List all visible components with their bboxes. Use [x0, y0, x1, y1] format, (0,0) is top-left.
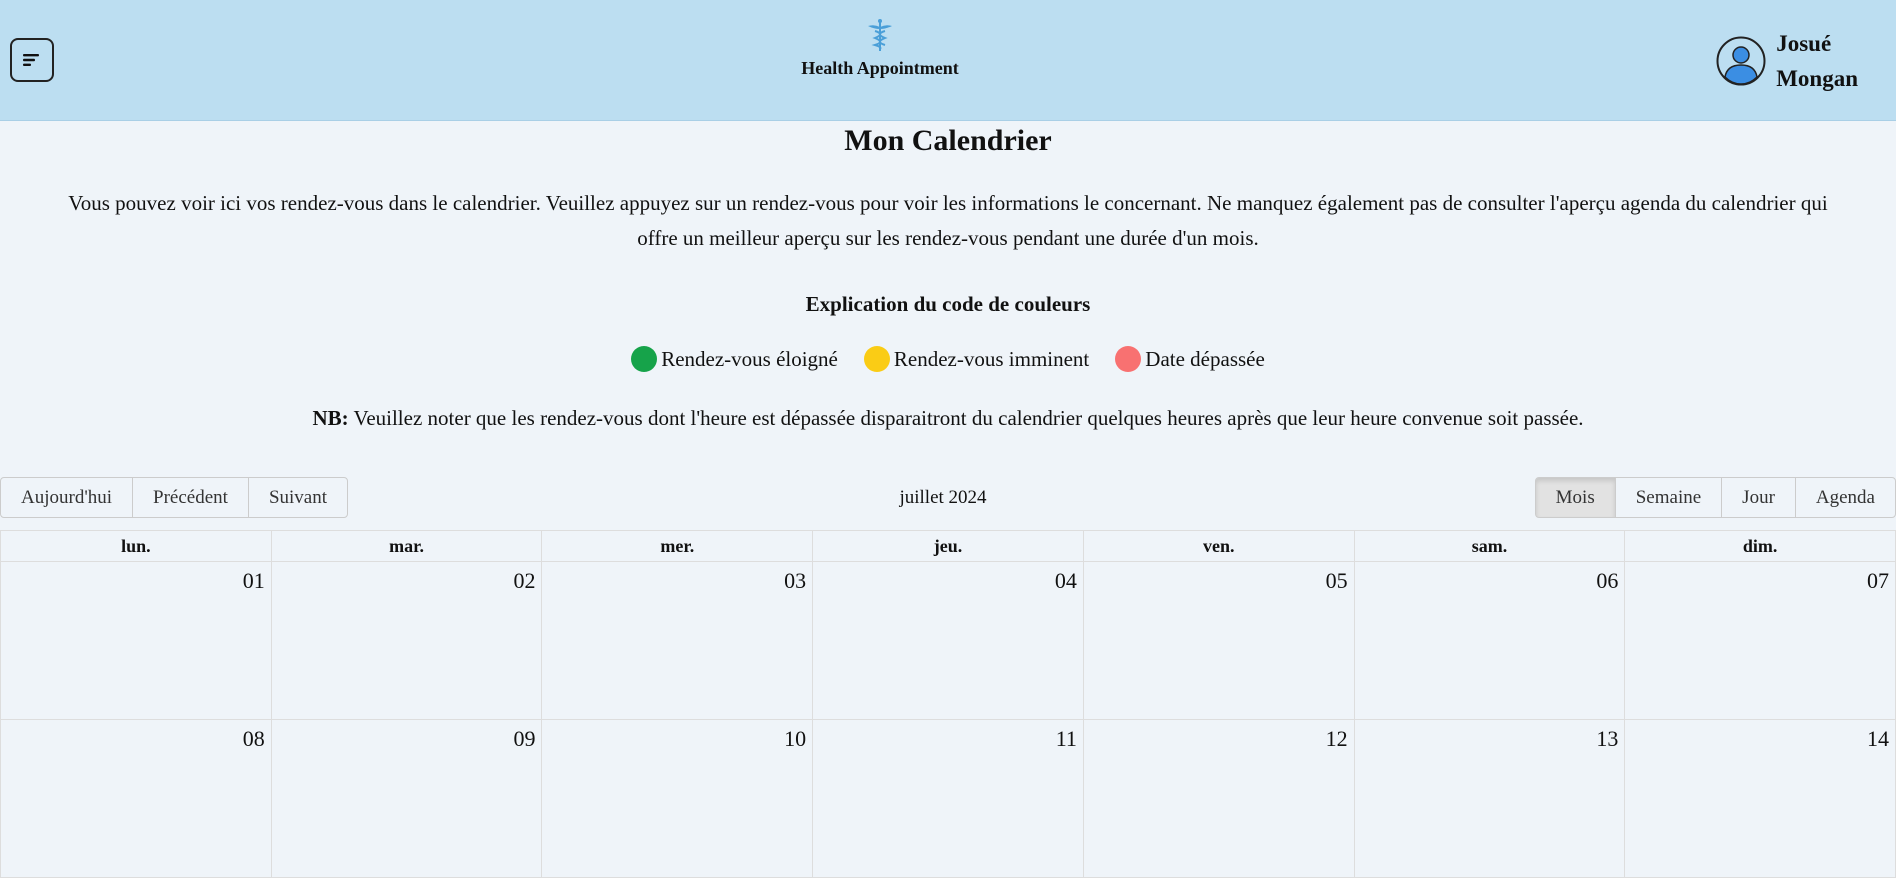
day-cell[interactable]: 09 [272, 720, 543, 877]
legend-item-far: Rendez-vous éloigné [631, 346, 838, 372]
view-day-button[interactable]: Jour [1721, 477, 1796, 518]
app-header: Health Appointment Josué Mongan [0, 0, 1896, 121]
page-title: Mon Calendrier [844, 124, 1052, 157]
user-last-name: Mongan [1776, 66, 1858, 91]
day-cell[interactable]: 05 [1084, 562, 1355, 719]
user-name: Josué Mongan [1776, 26, 1858, 96]
weekday-label: mer. [542, 531, 814, 561]
day-cell[interactable]: 07 [1625, 562, 1896, 719]
legend-title: Explication du code de couleurs [805, 292, 1091, 316]
brand-title: Health Appointment [801, 58, 959, 78]
weekday-label: jeu. [813, 531, 1084, 561]
legend-item-imminent: Rendez-vous imminent [863, 346, 1090, 372]
view-month-button[interactable]: Mois [1534, 477, 1616, 518]
day-cell[interactable]: 12 [1084, 720, 1355, 877]
next-button[interactable]: Suivant [247, 477, 348, 518]
user-first-name: Josué [1776, 31, 1832, 56]
avatar-icon [1716, 36, 1766, 86]
previous-button[interactable]: Précédent [132, 477, 249, 518]
weekday-label: ven. [1084, 531, 1355, 561]
calendar-week: 08 09 10 11 12 13 14 [1, 720, 1896, 878]
view-week-button[interactable]: Semaine [1614, 477, 1723, 518]
day-cell[interactable]: 01 [1, 562, 272, 719]
nb-text: Veuillez noter que les rendez-vous dont … [348, 406, 1584, 430]
nb-note: NB: Veuillez noter que les rendez-vous d… [0, 406, 1896, 431]
legend-item-past: Date dépassée [1115, 346, 1265, 372]
legend-label: Rendez-vous éloigné [661, 346, 838, 371]
day-cell[interactable]: 03 [542, 562, 814, 719]
weekday-label: mar. [272, 531, 543, 561]
view-agenda-button[interactable]: Agenda [1794, 477, 1896, 518]
day-cell[interactable]: 14 [1625, 720, 1896, 877]
navigation-buttons: Aujourd'hui Précédent Suivant [0, 477, 348, 518]
legend-label: Date dépassée [1145, 346, 1265, 371]
month-calendar: lun. mar. mer. jeu. ven. sam. dim. 01 02… [0, 530, 1896, 878]
menu-icon [23, 54, 39, 66]
view-buttons: Mois Semaine Jour Agenda [1534, 477, 1896, 518]
green-dot-icon [631, 346, 658, 372]
day-cell[interactable]: 13 [1355, 720, 1626, 877]
yellow-dot-icon [863, 346, 890, 372]
calendar-toolbar: juillet 2024 Aujourd'hui Précédent Suiva… [0, 477, 1896, 518]
weekday-label: sam. [1355, 531, 1626, 561]
legend-label: Rendez-vous imminent [893, 346, 1090, 371]
day-cell[interactable]: 10 [542, 720, 814, 877]
weekday-label: lun. [1, 531, 272, 561]
weekday-header: lun. mar. mer. jeu. ven. sam. dim. [1, 530, 1896, 562]
nb-label: NB: [312, 406, 349, 430]
menu-toggle-button[interactable] [10, 38, 54, 82]
day-cell[interactable]: 06 [1355, 562, 1626, 719]
intro-text: Vous pouvez voir ici vos rendez-vous dan… [68, 191, 1828, 250]
calendar-week: 01 02 03 04 05 06 07 [1, 562, 1896, 720]
today-button[interactable]: Aujourd'hui [0, 477, 134, 518]
weekday-label: dim. [1625, 531, 1896, 561]
day-cell[interactable]: 02 [272, 562, 543, 719]
day-cell[interactable]: 08 [1, 720, 272, 877]
user-profile[interactable]: Josué Mongan [1716, 26, 1858, 96]
brand[interactable]: Health Appointment [780, 18, 980, 79]
red-dot-icon [1115, 346, 1142, 372]
day-cell[interactable]: 11 [813, 720, 1084, 877]
day-cell[interactable]: 04 [813, 562, 1084, 719]
color-legend: Rendez-vous éloigné Rendez-vous imminent… [0, 346, 1896, 372]
caduceus-icon [868, 19, 892, 51]
